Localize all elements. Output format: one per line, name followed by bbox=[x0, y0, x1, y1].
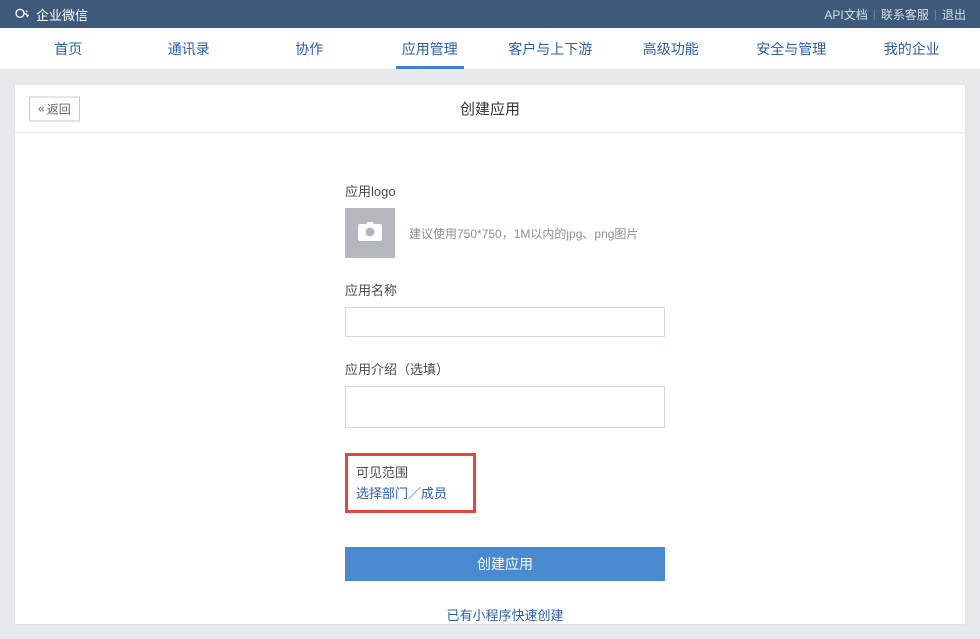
logo-hint: 建议使用750*750，1M以内的jpg、png图片 bbox=[409, 225, 638, 242]
separator: | bbox=[873, 7, 876, 21]
form-area: 应用logo 建议使用750*750，1M以内的jpg、png图片 应用名 bbox=[15, 133, 965, 624]
wework-logo-icon bbox=[14, 6, 30, 22]
nav-mycompany[interactable]: 我的企业 bbox=[852, 28, 973, 69]
topbar-left: 企业微信 bbox=[14, 5, 88, 24]
page-wrap: « 返回 创建应用 应用logo 建议使用 bbox=[0, 70, 980, 639]
name-group: 应用名称 bbox=[345, 280, 965, 337]
nav-label: 应用管理 bbox=[402, 39, 458, 59]
create-app-button[interactable]: 创建应用 bbox=[345, 547, 665, 581]
nav-security[interactable]: 安全与管理 bbox=[731, 28, 852, 69]
nav-label: 客户与上下游 bbox=[508, 39, 592, 59]
chevron-left-icon: « bbox=[38, 102, 45, 116]
logout-link[interactable]: 退出 bbox=[942, 6, 966, 23]
quick-create-link[interactable]: 已有小程序快速创建 bbox=[446, 608, 563, 623]
nav-customers[interactable]: 客户与上下游 bbox=[490, 28, 611, 69]
card-header: « 返回 创建应用 bbox=[15, 85, 965, 133]
scope-label: 可见范围 bbox=[356, 462, 447, 481]
api-docs-link[interactable]: API文档 bbox=[824, 6, 867, 23]
name-label: 应用名称 bbox=[345, 280, 965, 299]
nav-label: 首页 bbox=[54, 39, 82, 59]
nav-label: 高级功能 bbox=[643, 39, 699, 59]
nav-label: 安全与管理 bbox=[756, 39, 826, 59]
select-scope-link[interactable]: 选择部门／成员 bbox=[356, 483, 447, 502]
back-button[interactable]: « 返回 bbox=[29, 96, 80, 121]
nav-label: 协作 bbox=[295, 39, 323, 59]
page-title: 创建应用 bbox=[460, 98, 520, 119]
card: « 返回 创建应用 应用logo 建议使用 bbox=[14, 84, 966, 625]
topbar-right: API文档 | 联系客服 | 退出 bbox=[824, 6, 966, 23]
submit-label: 创建应用 bbox=[477, 556, 533, 572]
back-label: 返回 bbox=[47, 100, 71, 117]
app-desc-input[interactable] bbox=[345, 386, 665, 428]
nav-label: 通讯录 bbox=[168, 39, 210, 59]
navbar: 首页 通讯录 协作 应用管理 客户与上下游 高级功能 安全与管理 我的企业 bbox=[0, 28, 980, 70]
logo-upload-row: 建议使用750*750，1M以内的jpg、png图片 bbox=[345, 208, 965, 258]
separator: | bbox=[934, 7, 937, 21]
desc-label: 应用介绍（选填） bbox=[345, 359, 965, 378]
nav-collab[interactable]: 协作 bbox=[249, 28, 370, 69]
camera-icon bbox=[358, 222, 382, 245]
logo-label: 应用logo bbox=[345, 181, 965, 200]
desc-group: 应用介绍（选填） bbox=[345, 359, 965, 431]
nav-label: 我的企业 bbox=[884, 39, 940, 59]
logo-upload-button[interactable] bbox=[345, 208, 395, 258]
quick-link-wrap: 已有小程序快速创建 bbox=[345, 605, 665, 624]
app-name-input[interactable] bbox=[345, 307, 665, 337]
scope-highlight-box: 可见范围 选择部门／成员 bbox=[345, 453, 476, 513]
logo-group: 应用logo 建议使用750*750，1M以内的jpg、png图片 bbox=[345, 181, 965, 258]
scope-group: 可见范围 选择部门／成员 bbox=[345, 453, 965, 513]
nav-apps[interactable]: 应用管理 bbox=[370, 28, 491, 69]
nav-contacts[interactable]: 通讯录 bbox=[129, 28, 250, 69]
nav-advanced[interactable]: 高级功能 bbox=[611, 28, 732, 69]
brand-title: 企业微信 bbox=[36, 5, 88, 24]
nav-home[interactable]: 首页 bbox=[8, 28, 129, 69]
topbar: 企业微信 API文档 | 联系客服 | 退出 bbox=[0, 0, 980, 28]
contact-link[interactable]: 联系客服 bbox=[881, 6, 929, 23]
